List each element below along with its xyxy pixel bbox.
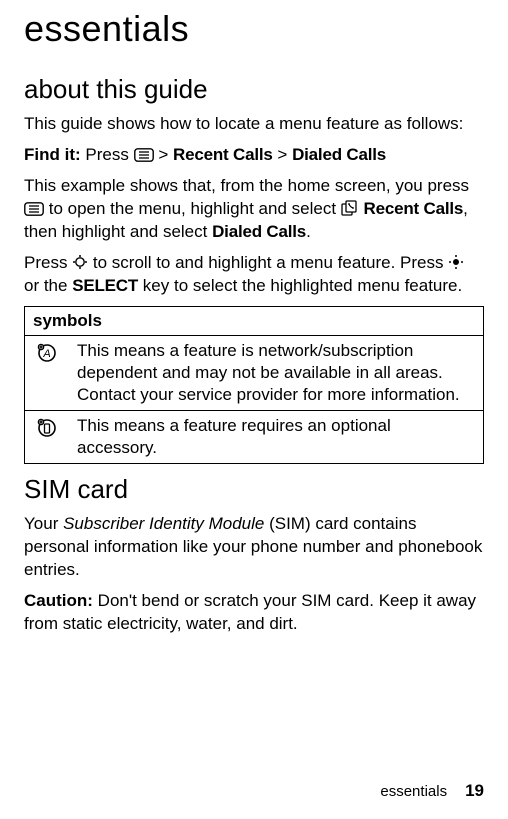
example-paragraph: This example shows that, from the home s… [24,175,484,244]
press-paragraph: Press to scroll to and highlight a menu … [24,252,484,298]
page-number: 19 [465,781,484,800]
table-row: A This means a feature is network/subscr… [25,335,484,410]
symbols-header: symbols [25,306,484,335]
press-d: key to select the highlighted menu featu… [138,276,462,295]
section-heading-about: about this guide [24,74,484,105]
press-b: to scroll to and highlight a menu featur… [88,253,448,272]
page: essentials about this guide This guide s… [0,0,508,819]
sim-p1: Your Subscriber Identity Module (SIM) ca… [24,513,484,582]
find-it-press: Press [85,145,128,164]
caution-label: Caution: [24,591,93,610]
network-dependent-icon-cell: A [25,335,70,410]
find-it-line: Find it: Press > Recent Calls > Dialed C… [24,144,484,167]
menu-dialed-calls-2: Dialed Calls [212,222,306,241]
network-dependent-icon: A [36,342,58,364]
press-c: or the [24,276,72,295]
nav-key-icon [72,254,88,270]
menu-key-icon [24,202,44,216]
sim-p1a: Your [24,514,63,533]
menu-recent-calls: Recent Calls [173,145,273,164]
about-intro: This guide shows how to locate a menu fe… [24,113,484,136]
select-key: SELECT [72,276,138,295]
example-b: to open the menu, highlight and select [44,199,341,218]
menu-dialed-calls: Dialed Calls [292,145,386,164]
section-heading-sim: SIM card [24,474,484,505]
menu-recent-calls-2: Recent Calls [364,199,464,218]
example-d: . [306,222,311,241]
accessory-required-icon-cell [25,410,70,463]
recent-calls-icon [341,200,359,216]
symbols-table: symbols A This means a feature is networ… [24,306,484,464]
accessory-required-icon [36,417,58,439]
gt-2: > [277,145,287,164]
press-a: Press [24,253,72,272]
svg-text:A: A [42,348,50,360]
symbols-header-row: symbols [25,306,484,335]
page-title: essentials [24,8,484,50]
symbols-row-2-text: This means a feature requires an optiona… [69,410,484,463]
sim-caution: Caution: Don't bend or scratch your SIM … [24,590,484,636]
symbols-row-1-text: This means a feature is network/subscrip… [69,335,484,410]
example-a: This example shows that, from the home s… [24,176,469,195]
footer: essentials 19 [380,781,484,801]
find-it-label: Find it: [24,145,81,164]
center-key-icon [448,254,464,270]
footer-label: essentials [380,783,447,800]
menu-key-icon [134,148,154,162]
table-row: This means a feature requires an optiona… [25,410,484,463]
sim-p1b: Subscriber Identity Module [63,514,264,533]
gt-1: > [158,145,168,164]
